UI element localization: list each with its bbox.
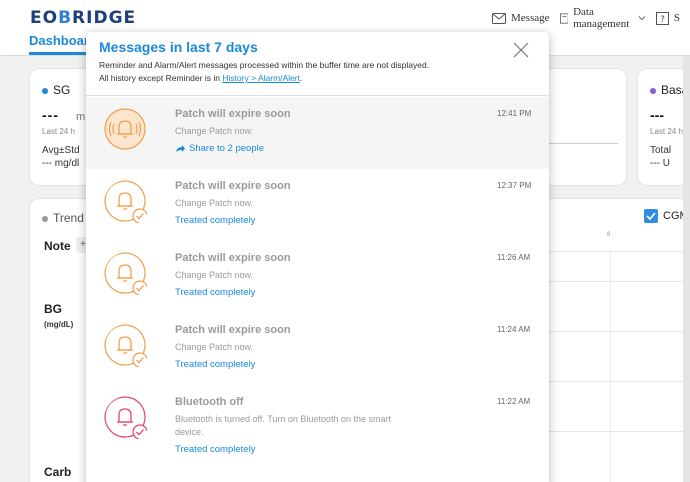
basal-total-value: --- U [650,158,670,169]
page-scrollbar[interactable] [683,56,690,482]
bell-check-icon [104,396,148,440]
svg-text:?: ? [660,15,665,25]
close-icon[interactable] [512,41,530,59]
dialog-subtitle: Reminder and Alarm/Alert messages proces… [99,60,430,70]
sg-value: --- [42,107,59,123]
history-alarm-link[interactable]: History > Alarm/Alert [222,73,300,83]
grid-line [548,431,690,432]
basal-total-label: Total [650,145,672,156]
top-actions: Message Data management ? S [492,6,690,30]
message-title: Patch will expire soon [175,108,291,120]
help-icon: ? [655,11,669,25]
share-arrow-icon [176,144,185,152]
message-time: 11:22 AM [497,397,531,406]
basal-value: --- [650,107,664,123]
message-text: Change Patch now. [175,126,254,136]
sg-card-title: SG [42,83,70,97]
message-title: Patch will expire soon [175,324,291,336]
bell-check-icon [104,324,148,368]
sg-avg-label: Avg±Std [42,145,80,156]
document-icon [559,12,569,24]
checkbox-checked-icon [644,209,658,223]
message-item[interactable]: Patch will expire soon Change Patch now.… [86,97,549,169]
bg-unit: (mg/dL) [44,320,74,329]
help-button[interactable]: ? S [655,11,680,25]
sg-unit: m [76,111,86,123]
message-text: Change Patch now. [175,270,254,280]
cgm-checkbox[interactable]: CGM [644,209,689,223]
ringing-bell-icon [104,108,146,150]
message-time: 11:24 AM [497,325,531,334]
message-title: Patch will expire soon [175,180,291,192]
message-item[interactable]: Patch will expire soon Change Patch now.… [86,241,549,313]
message-item[interactable]: Bluetooth off Bluetooth is turned off. T… [86,385,549,475]
tab-active-indicator [29,52,89,55]
message-time: 12:41 PM [497,109,532,118]
app-logo: EOBRIDGE [30,8,137,28]
messages-dialog: Messages in last 7 days Reminder and Ala… [86,32,549,482]
message-item[interactable]: Patch will expire soon Change Patch now.… [86,313,549,385]
message-status: Treated completely [175,444,256,455]
grid-line [548,281,690,282]
grid-line [548,381,690,382]
message-text: Bluetooth is turned off. Turn on Bluetoo… [175,414,391,438]
help-label: S [673,12,680,24]
message-title: Patch will expire soon [175,252,291,264]
note-label: Note [44,239,71,253]
carb-label: Carb [44,465,72,479]
sg-period: Last 24 h [42,127,75,136]
message-time: 11:26 AM [497,253,531,262]
grid-line [610,251,611,482]
basal-period: Last 24 h [650,127,683,136]
share-status[interactable]: Share to 2 people [175,143,264,154]
trend-card-title: Trend [42,211,84,225]
message-item[interactable]: Patch will expire soon Change Patch now.… [86,169,549,241]
message-title: Bluetooth off [175,396,244,408]
message-status: Treated completely [175,287,256,298]
dialog-title: Messages in last 7 days [99,39,258,55]
message-status: Treated completely [175,215,256,226]
sg-avg-value: --- mg/dl [42,158,80,169]
bell-check-icon [104,252,148,296]
dialog-subtitle-history: All history except Reminder is in Histor… [99,73,303,83]
message-button[interactable]: Message [492,12,550,24]
bell-check-icon [104,180,148,224]
mail-icon [492,12,506,24]
chevron-down-icon [638,16,646,21]
message-label: Message [511,12,550,24]
data-management-menu[interactable]: Data management [559,6,646,30]
message-status: Treated completely [175,359,256,370]
bg-label: BG [44,302,62,316]
grid-line [548,331,690,332]
message-time: 12:37 PM [497,181,532,190]
message-text: Change Patch now. [175,198,254,208]
axis-tick: 6 [607,232,611,238]
dialog-header: Messages in last 7 days Reminder and Ala… [86,32,549,96]
message-text: Change Patch now. [175,342,254,352]
data-management-label: Data management [573,6,630,30]
grid-line [548,251,690,252]
